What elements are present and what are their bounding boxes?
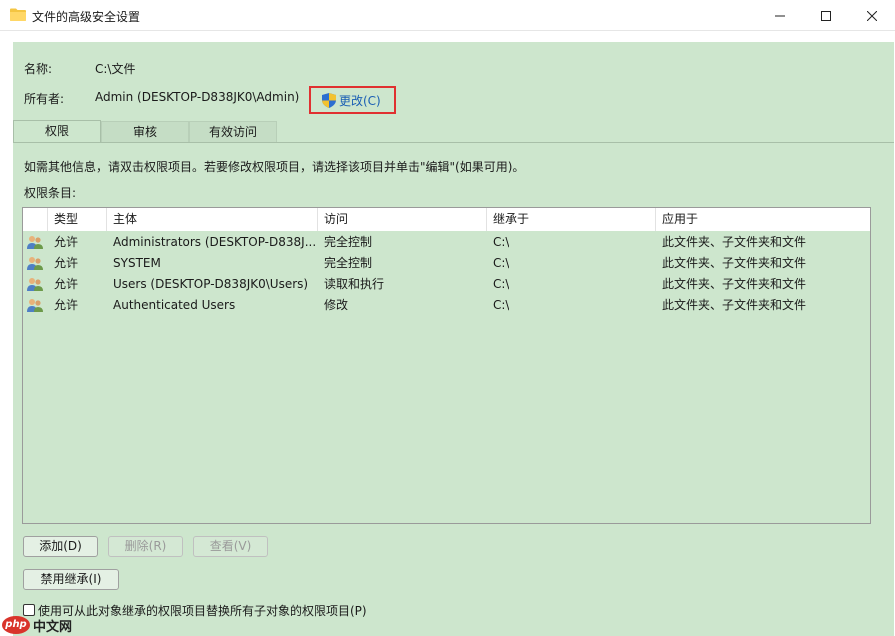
cell-access: 完全控制 (324, 256, 373, 270)
folder-icon (10, 8, 26, 21)
table-row[interactable]: 允许 SYSTEM 完全控制 C:\ 此文件夹、子文件夹和文件 (23, 253, 870, 274)
name-value[interactable]: C:\文件 (95, 60, 135, 77)
name-label: 名称: (24, 62, 53, 76)
remove-button[interactable]: 删除(R) (108, 536, 183, 557)
owner-value: Admin (DESKTOP-D838JK0\Admin) (95, 90, 300, 104)
tab-label: 审核 (132, 125, 157, 139)
maximize-button[interactable] (803, 0, 849, 31)
column-header-inherited-from[interactable]: 继承于 (487, 208, 656, 231)
cell-principal: Administrators (DESKTOP-D838J... (113, 235, 317, 249)
tab-permissions[interactable]: 权限 (13, 120, 101, 143)
cell-applies-to: 此文件夹、子文件夹和文件 (662, 235, 807, 249)
title-bar: 文件的高级安全设置 (0, 0, 895, 31)
cell-access: 完全控制 (324, 235, 373, 249)
permission-entries-list[interactable]: 类型 主体 访问 继承于 应用于 允许 Administrators (DESK… (22, 207, 871, 524)
cell-principal: SYSTEM (113, 256, 161, 270)
cell-access: 读取和执行 (324, 277, 385, 291)
tab-divider (13, 142, 894, 143)
column-header-icon[interactable] (23, 208, 48, 231)
cell-inherited-from: C:\ (493, 298, 510, 312)
watermark: php 中文网 (2, 614, 72, 636)
users-icon (27, 299, 43, 312)
window-title: 文件的高级安全设置 (32, 10, 141, 24)
change-owner-label: 更改(C) (339, 94, 381, 108)
cell-applies-to: 此文件夹、子文件夹和文件 (662, 277, 807, 291)
cell-type: 允许 (54, 277, 79, 291)
cell-type: 允许 (54, 235, 79, 249)
php-logo: php (2, 616, 30, 634)
disable-inheritance-button[interactable]: 禁用继承(I) (23, 569, 119, 590)
users-icon (27, 257, 43, 270)
column-header-access[interactable]: 访问 (318, 208, 487, 231)
cell-inherited-from: C:\ (493, 277, 510, 291)
column-header-applies-to[interactable]: 应用于 (656, 208, 870, 231)
owner-label: 所有者: (24, 92, 65, 106)
column-header-principal[interactable]: 主体 (107, 208, 318, 231)
close-button[interactable] (849, 0, 895, 31)
list-header: 类型 主体 访问 继承于 应用于 (23, 208, 870, 231)
users-icon (27, 278, 43, 291)
maximize-icon (821, 10, 831, 21)
column-header-type[interactable]: 类型 (48, 208, 107, 231)
table-row[interactable]: 允许 Administrators (DESKTOP-D838J... 完全控制… (23, 232, 870, 253)
cell-applies-to: 此文件夹、子文件夹和文件 (662, 256, 807, 270)
tab-effective-access[interactable]: 有效访问 (189, 121, 277, 143)
add-button[interactable]: 添加(D) (23, 536, 98, 557)
info-text: 如需其他信息，请双击权限项目。若要修改权限项目，请选择该项目并单击"编辑"(如果… (24, 160, 525, 174)
view-button[interactable]: 查看(V) (193, 536, 268, 557)
close-icon (867, 10, 877, 21)
cell-inherited-from: C:\ (493, 235, 510, 249)
cell-access: 修改 (324, 298, 349, 312)
replace-child-permissions-label[interactable]: 使用可从此对象继承的权限项目替换所有子对象的权限项目(P) (38, 602, 367, 619)
cell-type: 允许 (54, 298, 79, 312)
minimize-icon (775, 15, 785, 16)
cell-principal: Users (DESKTOP-D838JK0\Users) (113, 277, 309, 291)
cell-principal: Authenticated Users (113, 298, 236, 312)
tab-label: 有效访问 (208, 125, 257, 139)
tab-auditing[interactable]: 审核 (101, 121, 189, 143)
entries-label: 权限条目: (24, 186, 77, 200)
cell-applies-to: 此文件夹、子文件夹和文件 (662, 298, 807, 312)
minimize-button[interactable] (757, 0, 803, 31)
watermark-text: 中文网 (33, 619, 73, 635)
cell-inherited-from: C:\ (493, 256, 510, 270)
table-row[interactable]: 允许 Users (DESKTOP-D838JK0\Users) 读取和执行 C… (23, 274, 870, 295)
cell-type: 允许 (54, 256, 79, 270)
change-owner-link[interactable]: 更改(C) (309, 86, 396, 114)
users-icon (27, 236, 43, 249)
uac-shield-icon (322, 93, 336, 108)
tab-label: 权限 (44, 124, 69, 138)
dialog-content: 名称: C:\文件 所有者: Admin (DESKTOP-D838JK0\Ad… (13, 42, 894, 636)
table-row[interactable]: 允许 Authenticated Users 修改 C:\ 此文件夹、子文件夹和… (23, 295, 870, 316)
